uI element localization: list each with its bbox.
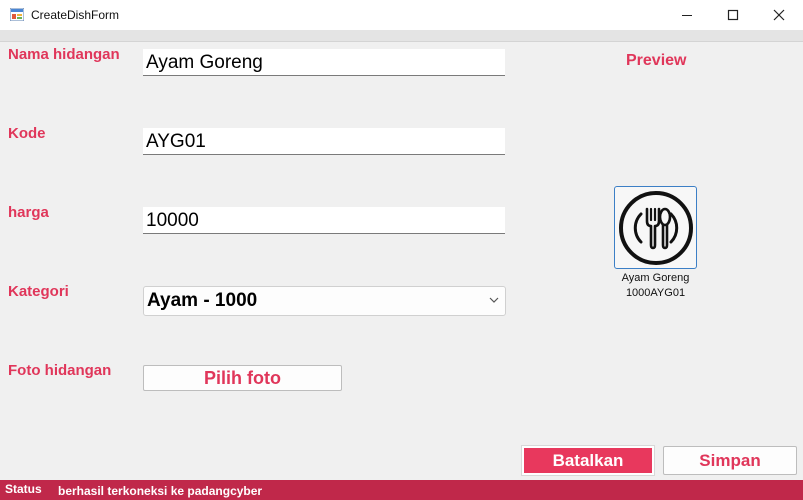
code-input[interactable]: AYG01: [143, 128, 505, 155]
preview-card[interactable]: [614, 186, 697, 269]
photo-label: Foto hidangan: [8, 362, 112, 379]
save-button[interactable]: Simpan: [663, 446, 797, 475]
code-label: Kode: [8, 125, 46, 142]
window-title: CreateDishForm: [31, 8, 120, 22]
price-label: harga: [8, 204, 49, 221]
choose-photo-button[interactable]: Pilih foto: [143, 365, 342, 391]
maximize-button[interactable]: [710, 0, 756, 30]
status-label: Status: [5, 482, 42, 496]
chevron-down-icon: [489, 297, 499, 303]
category-selected-value: Ayam - 1000: [147, 290, 258, 311]
plate-fork-spoon-icon: [618, 190, 693, 265]
cancel-button[interactable]: Batalkan: [521, 445, 655, 476]
preview-subtitle: 1000AYG01: [625, 287, 686, 299]
category-select[interactable]: Ayam - 1000: [143, 286, 506, 316]
name-input[interactable]: Ayam Goreng: [143, 49, 505, 76]
maximize-icon: [727, 9, 739, 21]
price-input[interactable]: 10000: [143, 207, 505, 234]
close-button[interactable]: [756, 0, 802, 30]
preview-title: Preview: [626, 52, 687, 69]
name-label: Nama hidangan: [8, 46, 120, 63]
preview-name: Ayam Goreng: [621, 272, 690, 284]
app-form-icon: [10, 8, 24, 21]
category-label: Kategori: [8, 283, 69, 300]
minimize-icon: [682, 15, 692, 16]
close-icon: [773, 9, 785, 21]
status-bar: Status berhasil terkoneksi ke padangcybe…: [0, 480, 803, 500]
title-bar: CreateDishForm: [0, 0, 803, 31]
minimize-button[interactable]: [664, 0, 710, 30]
status-message: berhasil terkoneksi ke padangcyber: [58, 484, 263, 498]
menu-strip: [0, 30, 803, 42]
